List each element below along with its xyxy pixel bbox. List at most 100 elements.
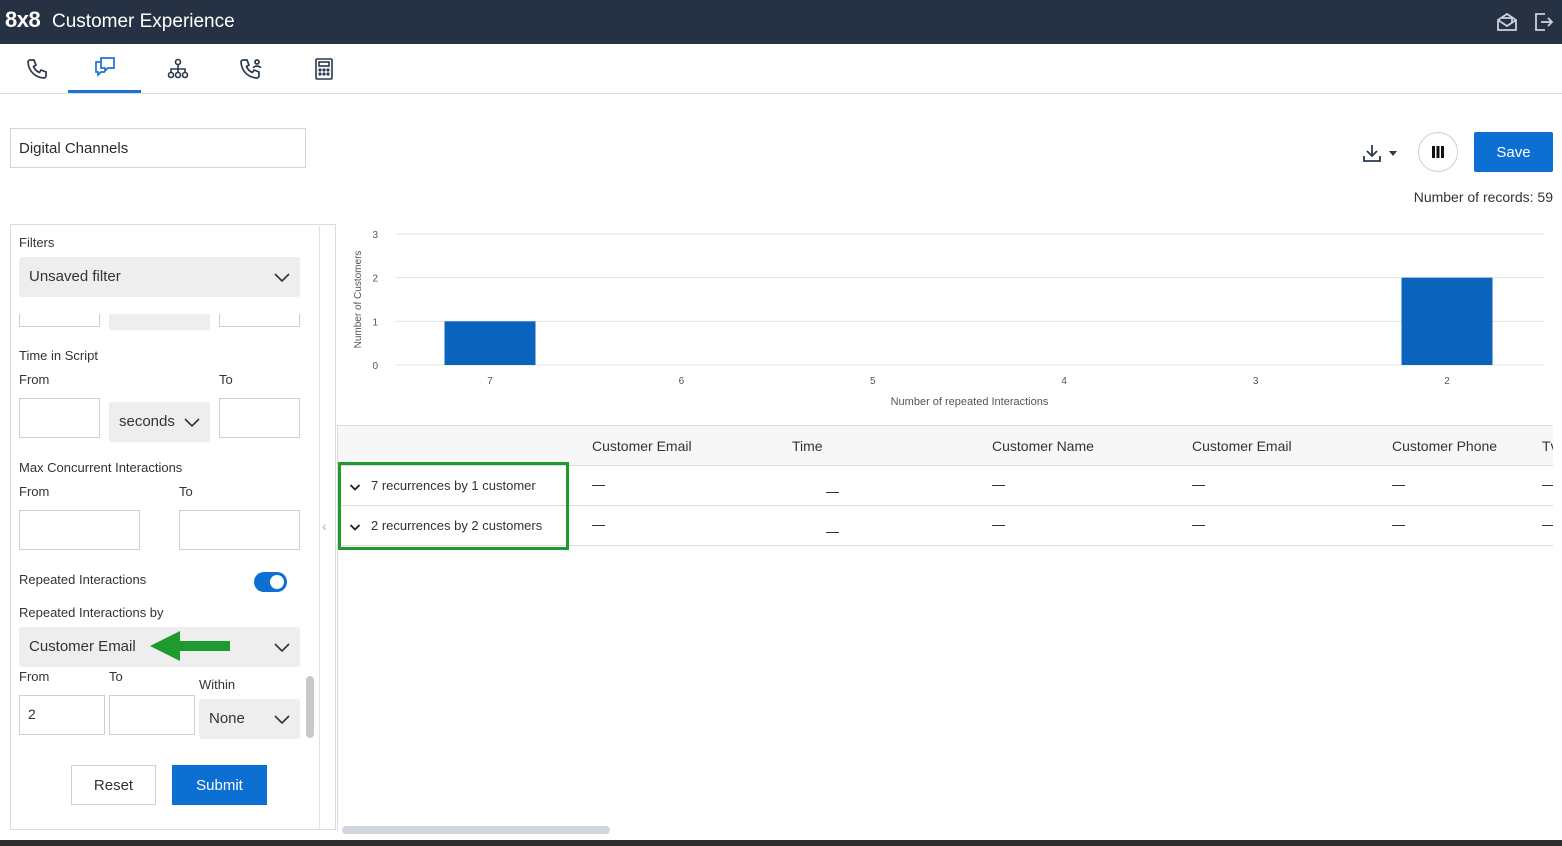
filter-select[interactable]: Unsaved filter	[19, 257, 300, 297]
repeated-interactions-chart: 0 1 2 3 Number of Customers 7 6 5 4 3 2 Number of r…	[353, 230, 1544, 408]
top-bar: 8x8 Customer Experience	[0, 0, 1562, 44]
y-tick-label: 3	[372, 230, 378, 241]
repeated-to-label: To	[109, 669, 123, 684]
time-in-script-to-input[interactable]	[219, 398, 300, 438]
phone-icon	[26, 58, 47, 79]
repeated-within-label: Within	[199, 677, 236, 692]
hierarchy-icon	[167, 58, 188, 78]
grid-horizontal-scrollbar[interactable]	[342, 826, 610, 834]
tab-digital-channels[interactable]	[68, 44, 141, 93]
max-concurrent-to-label: To	[179, 484, 193, 499]
empty-cell	[1392, 485, 1405, 486]
column-header[interactable]: Customer Name	[992, 438, 1094, 454]
chevron-down-icon	[274, 273, 290, 283]
panel-divider	[319, 226, 320, 830]
save-button[interactable]: Save	[1474, 132, 1553, 172]
empty-cell	[1192, 525, 1205, 526]
app-title: Customer Experience	[52, 11, 235, 32]
time-unit-select[interactable]: seconds	[109, 402, 210, 442]
repeated-to-input[interactable]	[109, 695, 195, 735]
y-tick-label: 0	[372, 361, 378, 372]
highlight-annotation	[338, 462, 569, 550]
module-tabs	[0, 44, 1562, 94]
repeated-from-label: From	[19, 669, 50, 684]
x-tick-label: 5	[870, 376, 876, 387]
x-tick-label: 3	[1253, 376, 1259, 387]
filter-panel: Filters Unsaved filter Time in Script Fr…	[10, 224, 336, 830]
time-in-script-from-label: From	[19, 372, 50, 387]
column-header[interactable]: Time	[792, 438, 823, 454]
column-header[interactable]: Customer Phone	[1392, 438, 1497, 454]
max-concurrent-to-input[interactable]	[179, 510, 300, 550]
empty-cell	[826, 492, 839, 493]
repeated-from-input[interactable]: 2	[19, 695, 105, 735]
time-in-script-to-label: To	[219, 372, 233, 387]
column-header[interactable]: Tv	[1542, 438, 1553, 454]
partial-select[interactable]	[109, 314, 210, 330]
mail-open-icon[interactable]	[1495, 10, 1519, 34]
column-header[interactable]: Customer Email	[592, 438, 692, 454]
time-in-script-label: Time in Script	[19, 348, 98, 363]
chevron-down-icon	[274, 643, 290, 653]
bar	[444, 321, 536, 365]
empty-cell	[1192, 485, 1205, 486]
chat-bubbles-icon	[94, 57, 115, 78]
logout-icon[interactable]	[1531, 10, 1555, 34]
max-concurrent-from-input[interactable]	[19, 510, 140, 550]
y-tick-label: 2	[372, 274, 378, 285]
bar	[1401, 277, 1493, 365]
columns-icon	[1432, 146, 1444, 158]
time-unit-value: seconds	[119, 413, 175, 430]
empty-cell	[1542, 525, 1553, 526]
column-header[interactable]: Customer Email	[1192, 438, 1292, 454]
download-dropdown-button[interactable]	[1360, 140, 1404, 166]
tab-phone-users[interactable]	[214, 44, 287, 93]
empty-cell	[592, 525, 605, 526]
arrow-left-icon	[150, 631, 230, 661]
empty-cell	[1392, 525, 1405, 526]
empty-cell	[826, 532, 839, 533]
columns-button[interactable]	[1418, 132, 1458, 172]
partial-input[interactable]	[19, 314, 100, 327]
download-icon	[1363, 145, 1381, 162]
x-tick-label: 2	[1444, 376, 1450, 387]
x-tick-label: 4	[1061, 376, 1067, 387]
y-tick-label: 1	[372, 317, 378, 328]
repeated-interactions-toggle[interactable]	[254, 572, 287, 592]
partial-input[interactable]	[219, 314, 300, 327]
x-tick-label: 6	[679, 376, 685, 387]
max-concurrent-from-label: From	[19, 484, 50, 499]
filter-scrollbar[interactable]	[306, 676, 314, 738]
empty-cell	[992, 525, 1005, 526]
repeated-interactions-label: Repeated Interactions	[19, 572, 147, 587]
toggle-knob	[270, 575, 284, 589]
caret-down-icon	[1389, 151, 1397, 156]
filter-select-value: Unsaved filter	[29, 268, 121, 285]
repeated-within-value: None	[209, 710, 245, 727]
reset-button[interactable]: Reset	[71, 765, 156, 805]
tab-phone[interactable]	[0, 44, 73, 93]
time-in-script-from-input[interactable]	[19, 398, 100, 438]
empty-cell	[592, 485, 605, 486]
chevron-down-icon	[184, 418, 200, 428]
calculator-icon	[314, 57, 333, 80]
empty-cell	[1542, 485, 1553, 486]
repeated-by-value: Customer Email	[29, 638, 136, 655]
repeated-within-select[interactable]: None	[199, 699, 300, 739]
report-name-input[interactable]	[10, 128, 306, 168]
phone-users-icon	[239, 58, 261, 79]
empty-cell	[992, 485, 1005, 486]
repeated-by-label: Repeated Interactions by	[19, 605, 164, 620]
chevron-down-icon	[274, 715, 290, 725]
tab-hierarchy[interactable]	[141, 44, 214, 93]
brand-logo: 8x8	[5, 7, 41, 32]
x-tick-label: 7	[487, 376, 493, 387]
x-axis-label: Number of repeated Interactions	[891, 396, 1049, 408]
collapse-panel-icon[interactable]: ‹	[322, 518, 327, 534]
grid-header: Customer Email Time Customer Name Custom…	[338, 426, 1553, 466]
records-count: Number of records: 59	[1413, 189, 1553, 205]
tab-calculator[interactable]	[287, 44, 360, 93]
y-axis-label: Number of Customers	[353, 251, 364, 349]
submit-button[interactable]: Submit	[172, 765, 267, 805]
taskbar-strip	[0, 840, 1562, 846]
